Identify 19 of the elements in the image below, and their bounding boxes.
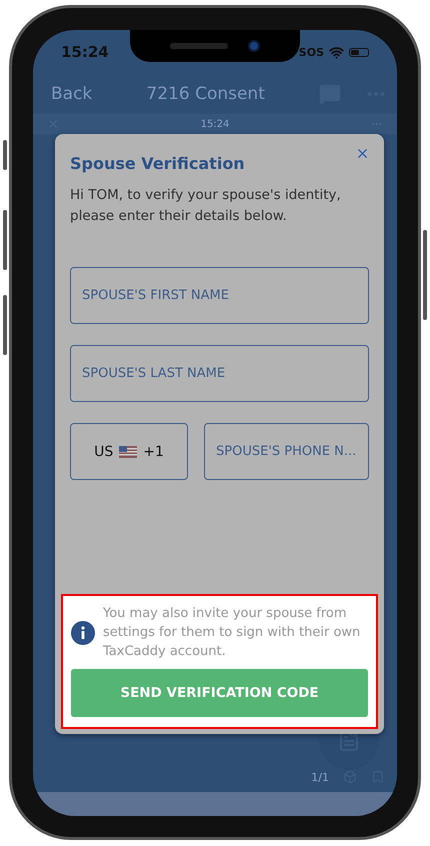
info-icon — [71, 620, 95, 644]
back-link[interactable]: Back — [51, 84, 92, 104]
send-code-button[interactable]: SEND VERIFICATION CODE — [71, 669, 368, 717]
status-time: 15:24 — [61, 43, 109, 61]
country-code-button[interactable]: US +1 — [70, 423, 188, 480]
carrier-label: SOS — [298, 46, 324, 58]
dialog-message: Hi TOM, to verify your spouse's identity, please enter their details below. — [70, 186, 342, 226]
header-time: 15:24 — [200, 118, 230, 130]
flag-icon — [119, 446, 138, 458]
name-field[interactable]: SPOUSE'S FIRST NAME — [70, 267, 369, 324]
close-icon — [355, 146, 370, 161]
dialog-title: Spouse Verification — [70, 154, 246, 173]
screen-title: 7216 Consent — [145, 84, 266, 104]
name-field[interactable]: SPOUSE'S LAST NAME — [70, 345, 369, 402]
page-counter: 1/1 — [311, 770, 329, 784]
hint-text: You may also invite your spouse from settings for them to sign with their own TaxCaddy account. — [103, 605, 362, 661]
phone-field[interactable]: SPOUSE'S PHONE N... — [204, 423, 369, 480]
battery-icon — [349, 48, 369, 56]
wifi-icon — [329, 44, 344, 60]
